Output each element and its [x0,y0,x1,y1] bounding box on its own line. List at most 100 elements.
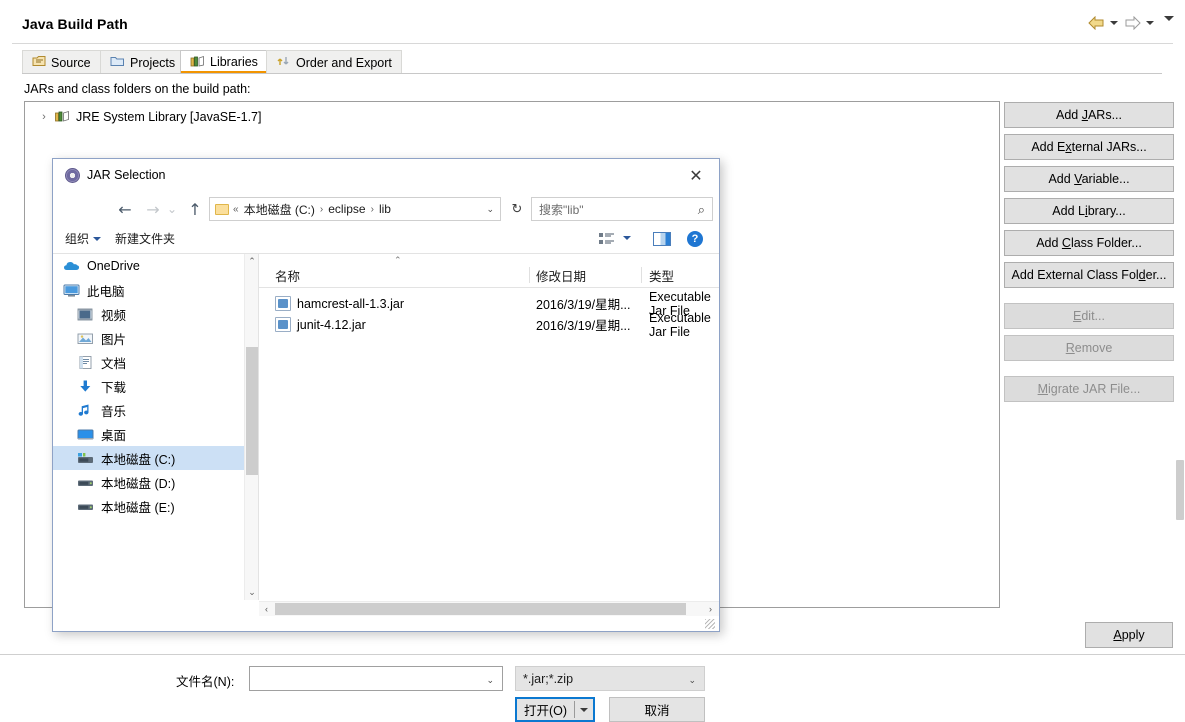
tab-order-and-export[interactable]: Order and Export [266,50,402,74]
sidebar-item-music[interactable]: 音乐 [53,398,249,422]
file-name: hamcrest-all-1.3.jar [297,296,404,311]
breadcrumb-drive[interactable]: 本地磁盘 (C:) [243,201,316,218]
column-divider[interactable] [529,267,530,283]
file-list-pane[interactable]: 名称 修改日期 类型 ⌃ hamcrest-all-1.3.jar 2016/3… [259,254,719,600]
add-jars-button[interactable]: Add JARs... [1004,102,1174,128]
scroll-left-icon[interactable]: ‹ [259,602,274,616]
button-label: Add Class Folder... [1036,236,1142,250]
add-library-button[interactable]: Add Library... [1004,198,1174,224]
edit-button[interactable]: Edit... [1004,303,1174,329]
resize-grip[interactable] [705,619,715,629]
search-box[interactable]: 搜索"lib" ⌕ [531,197,713,221]
address-chevron-down-icon[interactable]: ⌄ [486,204,494,215]
back-history-chevron-down-icon[interactable] [1110,21,1118,25]
search-icon[interactable]: ⌕ [698,202,705,218]
sidebar-scroll-thumb[interactable] [246,347,258,475]
file-name: junit-4.12.jar [297,317,366,332]
sidebar-item-local-disk-d[interactable]: 本地磁盘 (D:) [53,470,249,494]
sidebar-item-label: 本地磁盘 (E:) [101,500,175,515]
back-arrow-icon[interactable] [1088,15,1105,31]
file-type-filter-combo[interactable]: *.jar;*.zip ⌄ [515,666,705,691]
projects-folder-icon [110,55,125,70]
preview-pane-icon[interactable] [653,232,671,246]
sidebar-scrollbar[interactable]: ⌃ ⌄ [244,254,258,600]
scroll-right-icon[interactable]: › [703,602,718,616]
migrate-jar-file-button[interactable]: Migrate JAR File... [1004,376,1174,402]
sort-ascending-icon: ⌃ [394,255,402,265]
sidebar-item-this-pc[interactable]: 此电脑 [53,278,249,302]
tab-source[interactable]: Source [22,50,101,74]
cancel-button[interactable]: 取消 [609,697,705,722]
chevron-right-icon[interactable]: › [39,111,49,123]
view-options-chevron-down-icon[interactable] [623,236,631,240]
file-list-header: 名称 修改日期 类型 [259,263,719,288]
tree-item-jre-system-library[interactable]: › JRE System Library [JavaSE-1.7] [39,108,261,126]
sidebar-item-pictures[interactable]: 图片 [53,326,249,350]
tab-libraries[interactable]: Libraries [180,50,268,74]
sidebar-item-downloads[interactable]: 下载 [53,374,249,398]
open-button[interactable]: 打开(O) [515,697,595,722]
back-nav-group[interactable] [1088,15,1118,31]
dialog-command-bar: 组织 新建文件夹 ? [53,225,719,254]
add-external-jars-button[interactable]: Add External JARs... [1004,134,1174,160]
refresh-icon[interactable]: ↻ [508,197,526,221]
column-header-name[interactable]: 名称 [275,263,300,287]
forward-arrow-icon[interactable]: → [141,195,165,223]
help-icon[interactable]: ? [687,231,703,247]
new-folder-button[interactable]: 新建文件夹 [115,230,175,247]
add-variable-button[interactable]: Add Variable... [1004,166,1174,192]
column-header-type[interactable]: 类型 [649,263,674,287]
file-type: Executable Jar File [649,310,711,339]
breadcrumb-separator: › [370,203,374,215]
breadcrumb-separator: › [319,203,324,215]
sidebar-item-local-disk-c[interactable]: 本地磁盘 (C:) [53,446,249,470]
open-split-chevron-down-icon[interactable] [575,707,593,712]
breadcrumb-lib[interactable]: lib [378,202,392,216]
tab-label: Source [51,55,91,70]
add-external-class-folder-button[interactable]: Add External Class Folder... [1004,262,1174,288]
file-row[interactable]: junit-4.12.jar 2016/3/19/星期... Executabl… [259,311,719,339]
add-class-folder-button[interactable]: Add Class Folder... [1004,230,1174,256]
remove-button[interactable]: Remove [1004,335,1174,361]
sidebar-item-label: 图片 [101,332,127,347]
column-header-modified[interactable]: 修改日期 [536,263,586,287]
local-disk-icon [77,499,94,514]
filename-input[interactable]: ⌄ [249,666,503,691]
breadcrumb-eclipse[interactable]: eclipse [327,202,366,216]
scroll-down-icon[interactable]: ⌄ [245,585,259,600]
dialog-sidebar[interactable]: OneDrive 此电脑 视频 图片 文档 下载 音乐 桌面 本地磁盘 (C:)… [53,254,249,600]
forward-history-chevron-down-icon[interactable] [1146,21,1154,25]
sidebar-item-local-disk-e[interactable]: 本地磁盘 (E:) [53,494,249,518]
organize-menu-button[interactable]: 组织 [65,230,102,247]
up-arrow-icon[interactable]: ↑ [183,195,207,223]
sidebar-item-onedrive[interactable]: OneDrive [53,254,249,278]
close-icon[interactable]: ✕ [683,164,709,186]
horizontal-scroll-thumb[interactable] [275,603,686,615]
list-view-icon[interactable] [599,232,615,246]
page-menu-group[interactable] [1164,16,1174,21]
button-label: Add Variable... [1048,172,1130,186]
filter-chevron-down-icon[interactable]: ⌄ [688,675,696,686]
apply-button[interactable]: Apply [1085,622,1173,648]
jar-file-icon [275,317,291,332]
forward-nav-group[interactable] [1124,15,1154,31]
sidebar-item-label: 本地磁盘 (D:) [101,476,176,491]
sidebar-item-videos[interactable]: 视频 [53,302,249,326]
page-menu-chevron-down-icon[interactable] [1164,16,1174,21]
scroll-up-icon[interactable]: ⌃ [245,254,259,269]
forward-arrow-icon[interactable] [1124,15,1141,31]
file-list-horizontal-scrollbar[interactable]: ‹ › [259,601,719,616]
tab-projects[interactable]: Projects [100,50,186,74]
filename-chevron-down-icon[interactable]: ⌄ [486,675,494,686]
column-divider[interactable] [641,267,642,283]
search-input[interactable]: 搜索"lib" [539,201,584,218]
tab-underline [22,73,1162,74]
address-overflow[interactable]: « [229,204,243,215]
source-folder-icon [32,55,46,70]
page-scrollbar-thumb[interactable] [1176,460,1184,520]
back-arrow-icon[interactable]: ← [113,195,137,223]
recent-locations-chevron-down-icon[interactable]: ⌄ [163,195,181,223]
sidebar-item-documents[interactable]: 文档 [53,350,249,374]
address-bar[interactable]: « 本地磁盘 (C:) › eclipse › lib ⌄ [209,197,501,221]
sidebar-item-desktop[interactable]: 桌面 [53,422,249,446]
